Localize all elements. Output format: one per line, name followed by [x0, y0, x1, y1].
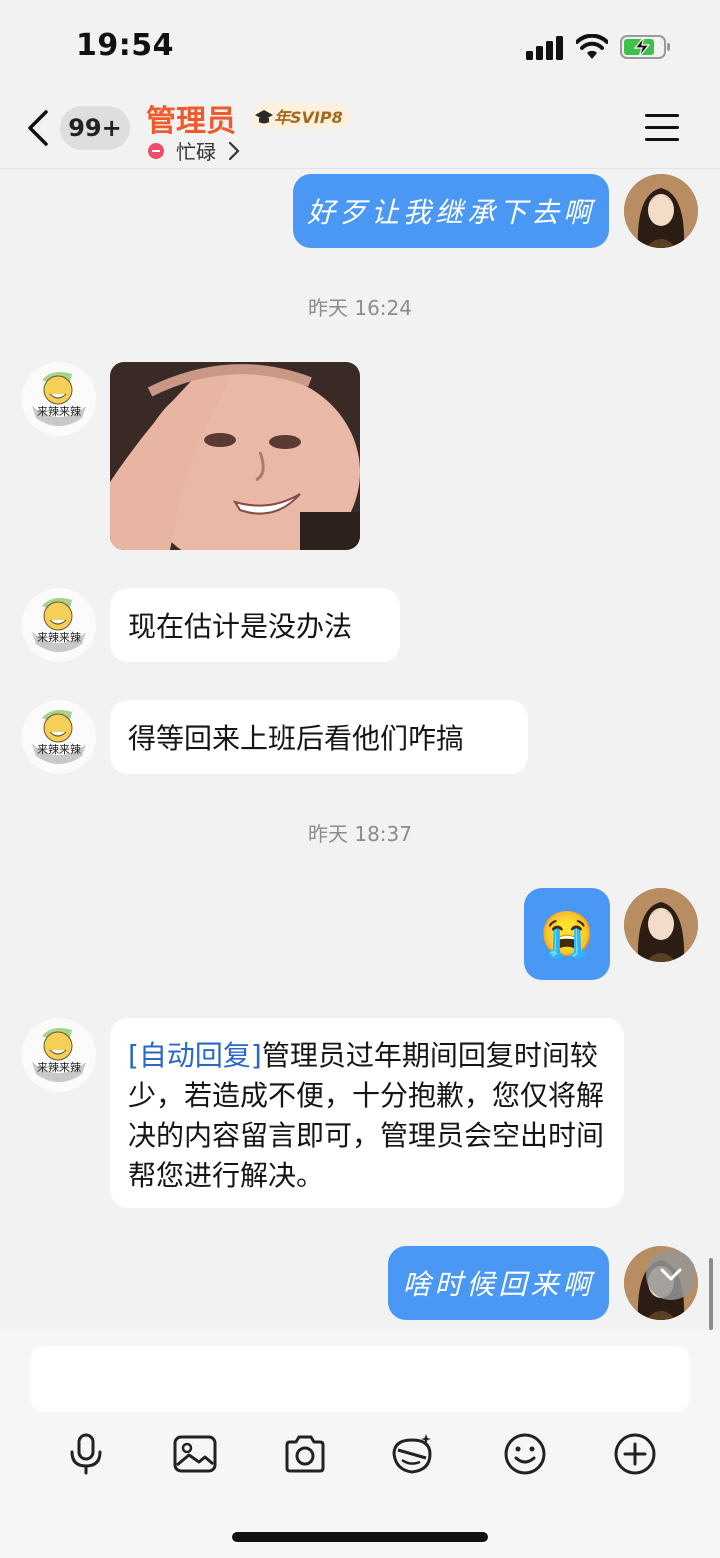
message-bubble-incoming[interactable]: 得等回来上班后看他们咋搞	[110, 700, 528, 774]
chevron-right-icon	[228, 141, 240, 160]
plus-icon[interactable]	[613, 1432, 657, 1476]
wifi-icon	[576, 34, 608, 59]
message-bubble-outgoing[interactable]: 啥时候回来啊	[388, 1246, 609, 1320]
status-time: 19:54	[76, 28, 174, 63]
signal-icon	[526, 36, 563, 60]
timestamp: 昨天 18:37	[308, 822, 412, 846]
message-bubble-outgoing[interactable]: 好歹让我继承下去啊	[293, 174, 609, 248]
emoji-icon[interactable]	[503, 1432, 547, 1476]
scroll-down-icon	[660, 1268, 682, 1281]
scroll-down-button[interactable]	[646, 1250, 696, 1300]
avatar-contact[interactable]: 来辣来辣	[22, 700, 96, 774]
image-icon[interactable]	[173, 1432, 217, 1476]
unread-count-badge[interactable]: 99+	[60, 106, 130, 150]
timestamp: 昨天 16:24	[308, 296, 412, 320]
vip-badge: 年SVIP8	[252, 103, 351, 129]
avatar-caption: 来辣来辣	[37, 630, 81, 644]
auto-reply-bubble[interactable]: [自动回复]管理员过年期间回复时间较少，若造成不便，十分抱歉，您仅将解决的内容留…	[110, 1018, 624, 1208]
avatar-me[interactable]	[624, 888, 698, 962]
message-bubble-outgoing-emoji[interactable]: 😭	[524, 888, 610, 980]
presence-status-label: 忙碌	[176, 140, 216, 164]
avatar-caption: 来辣来辣	[37, 742, 81, 756]
avatar-cartoon-icon: 来辣来辣	[22, 588, 96, 662]
battery-charging-icon	[620, 35, 670, 59]
vip-badge-label: 年SVIP8	[274, 108, 343, 127]
menu-icon[interactable]	[644, 112, 680, 144]
vip-hat-icon	[255, 110, 273, 124]
crying-emoji: 😭	[539, 909, 595, 960]
camera-icon[interactable]	[283, 1432, 327, 1476]
avatar-caption: 来辣来辣	[37, 1060, 81, 1074]
avatar-portrait-icon	[624, 174, 698, 248]
chat-title[interactable]: 管理员	[146, 96, 236, 140]
image-message[interactable]	[110, 362, 360, 550]
avatar-contact[interactable]: 来辣来辣	[22, 1018, 96, 1092]
busy-dot-icon	[148, 142, 164, 159]
sticker-icon[interactable]	[390, 1432, 434, 1476]
avatar-contact[interactable]: 来辣来辣	[22, 362, 96, 436]
message-bubble-incoming[interactable]: 现在估计是没办法	[110, 588, 400, 662]
message-input[interactable]	[30, 1346, 690, 1412]
scrollbar[interactable]	[709, 1258, 713, 1330]
presence-status[interactable]: 忙碌	[148, 136, 240, 165]
photo-image	[110, 362, 360, 550]
back-icon[interactable]	[26, 108, 50, 148]
avatar-contact[interactable]: 来辣来辣	[22, 588, 96, 662]
avatar-caption: 来辣来辣	[37, 404, 81, 418]
avatar-cartoon-icon: 来辣来辣	[22, 700, 96, 774]
auto-reply-tag: [自动回复]	[128, 1039, 262, 1072]
home-indicator[interactable]	[232, 1532, 488, 1542]
avatar-cartoon-icon: 来辣来辣	[22, 1018, 96, 1092]
avatar-cartoon-icon: 来辣来辣	[22, 362, 96, 436]
avatar-me[interactable]	[624, 174, 698, 248]
microphone-icon[interactable]	[64, 1432, 108, 1476]
avatar-portrait-icon	[624, 888, 698, 962]
